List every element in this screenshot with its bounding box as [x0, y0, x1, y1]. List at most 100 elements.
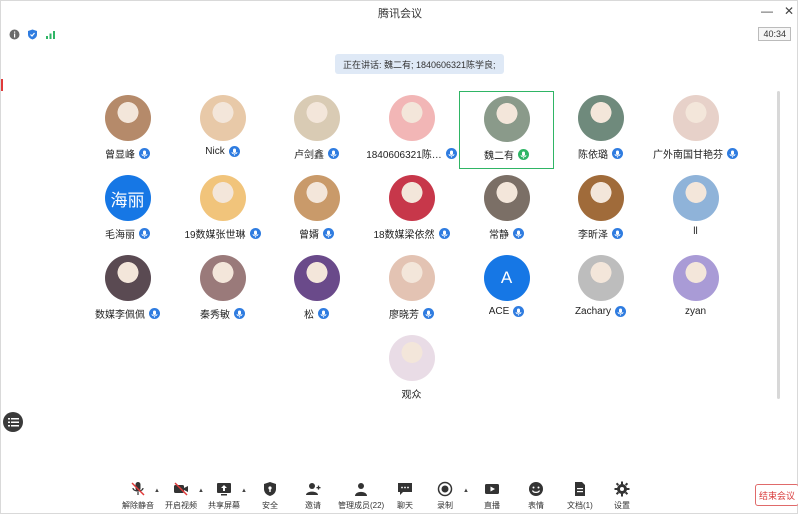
avatar: 海丽: [104, 175, 151, 221]
participant-tile[interactable]: 观众: [364, 331, 459, 409]
avatar: [388, 95, 435, 141]
mic-icon: [518, 149, 529, 160]
security-button[interactable]: 安全: [262, 481, 278, 511]
participant-name: ACE: [488, 306, 510, 317]
participant-name: 松: [304, 310, 314, 321]
participant-name: 卢剑鑫: [294, 150, 324, 161]
invite-icon: [306, 483, 321, 495]
participant-tile[interactable]: 19数媒张世琳: [175, 171, 270, 249]
participant-name: 19数媒张世琳: [184, 230, 246, 241]
camera-off-icon: [174, 482, 188, 496]
avatar: [388, 175, 435, 221]
emoji-icon: [529, 482, 543, 496]
participant-tile[interactable]: 李昕泽: [553, 171, 648, 249]
mic-icon: [234, 308, 245, 319]
participant-name-row: 19数媒张世琳: [184, 226, 261, 241]
mic-icon: [328, 148, 339, 159]
end-meeting-button[interactable]: 结束会议: [755, 484, 798, 506]
participant-tile[interactable]: 陈依璐: [553, 91, 648, 169]
video-caret-icon[interactable]: ▲: [198, 488, 204, 494]
avatar: [199, 255, 246, 301]
participant-name-row: 李昕泽: [578, 226, 623, 241]
participant-name-row: 秦秀敏: [200, 306, 245, 321]
mic-icon: [615, 306, 627, 317]
participant-name-row: 廖晓芳: [389, 306, 434, 321]
avatar: A: [483, 255, 530, 301]
live-button[interactable]: 直播: [484, 481, 500, 511]
participant-tile[interactable]: Zachary: [553, 251, 648, 329]
side-list-button[interactable]: [3, 412, 23, 432]
participant-name-row: ll: [693, 226, 697, 237]
participant-tile[interactable]: A ACE: [459, 251, 554, 329]
mic-icon: [438, 228, 450, 239]
video-button[interactable]: 开启视频: [165, 481, 197, 511]
participant-name-row: 卢剑鑫: [294, 146, 339, 161]
documents-button[interactable]: 文档(1): [567, 481, 593, 511]
participant-name: 曾婿: [299, 230, 319, 241]
share-screen-button[interactable]: 共享屏幕: [208, 481, 240, 511]
mic-icon: [149, 308, 160, 319]
emoji-button[interactable]: 表情: [528, 481, 544, 511]
mic-icon: [612, 148, 623, 159]
participant-name-row: 魏二有: [484, 147, 529, 162]
record-button[interactable]: 录制: [437, 481, 453, 511]
participant-name-row: 常静: [489, 226, 524, 241]
list-icon: [7, 418, 19, 427]
avatar: [672, 95, 719, 141]
participant-tile[interactable]: Nick: [175, 91, 270, 169]
share-caret-icon[interactable]: ▲: [241, 488, 247, 494]
participant-tile[interactable]: 松: [269, 251, 364, 329]
mic-muted-icon: [131, 482, 145, 496]
unmute-caret-icon[interactable]: ▲: [154, 488, 160, 494]
participant-tile[interactable]: 广外南国甘艳芬: [648, 91, 743, 169]
share-screen-icon: [217, 483, 231, 496]
participant-name-row: 陈依璐: [578, 146, 623, 161]
participant-name-row: 曾婿: [299, 226, 334, 241]
participant-name: 广外南国甘艳芬: [653, 150, 723, 161]
mic-icon: [423, 308, 434, 319]
participant-name: zyan: [684, 306, 707, 317]
mic-icon: [139, 228, 150, 239]
avatar: [104, 255, 151, 301]
participant-name-row: ACE: [489, 306, 525, 317]
participant-tile[interactable]: 数媒李佩佩: [80, 251, 175, 329]
record-icon: [437, 481, 453, 497]
participant-tile[interactable]: 曾显峰: [80, 91, 175, 169]
participant-tile[interactable]: 1840606321陈…: [364, 91, 459, 169]
avatar: [199, 175, 246, 221]
avatar: [483, 175, 530, 221]
participant-tile[interactable]: 常静: [459, 171, 554, 249]
participant-name: 观众: [401, 390, 422, 401]
manage-members-button[interactable]: 管理成员(22): [338, 481, 384, 511]
participant-tile[interactable]: 魏二有: [459, 91, 554, 169]
avatar: [104, 95, 151, 141]
participant-name-row: 松: [304, 306, 329, 321]
participant-name: 陈依璐: [578, 150, 608, 161]
participant-tile[interactable]: 海丽 毛海丽: [80, 171, 175, 249]
live-icon: [485, 484, 499, 494]
participant-tile[interactable]: 18数媒梁依然: [364, 171, 459, 249]
mic-icon: [513, 228, 524, 239]
avatar: [199, 95, 246, 141]
mic-icon: [513, 306, 525, 317]
participant-tile[interactable]: zyan: [648, 251, 743, 329]
participant-tile[interactable]: 秦秀敏: [175, 251, 270, 329]
settings-button[interactable]: 设置: [614, 481, 630, 511]
participant-tile[interactable]: 曾婿: [269, 171, 364, 249]
participant-name-row: zyan: [685, 306, 706, 317]
participant-name: Nick: [205, 146, 225, 157]
record-caret-icon[interactable]: ▲: [463, 488, 469, 494]
participant-tile[interactable]: 卢剑鑫: [269, 91, 364, 169]
avatar: [388, 335, 435, 381]
participant-grid: 曾显峰 Nick 卢剑鑫 1840606321陈… 魏二有 陈依璐 广外南国甘艳芬海丽 毛海丽…: [1, 1, 798, 481]
participant-name: Zachary: [574, 306, 612, 317]
scrollbar[interactable]: [777, 91, 780, 399]
meeting-window: 腾讯会议 — ✕ 40:34 正在讲话: 魏二有; 1840606321陈学良;…: [0, 0, 798, 514]
invite-button[interactable]: 邀请: [305, 481, 321, 511]
participant-tile[interactable]: ll: [648, 171, 743, 249]
unmute-button[interactable]: 解除静音: [122, 481, 154, 511]
chat-button[interactable]: 聊天: [397, 481, 413, 511]
participant-tile[interactable]: 廖晓芳: [364, 251, 459, 329]
participant-name-row: 数媒李佩佩: [95, 306, 160, 321]
mic-icon: [249, 228, 261, 239]
